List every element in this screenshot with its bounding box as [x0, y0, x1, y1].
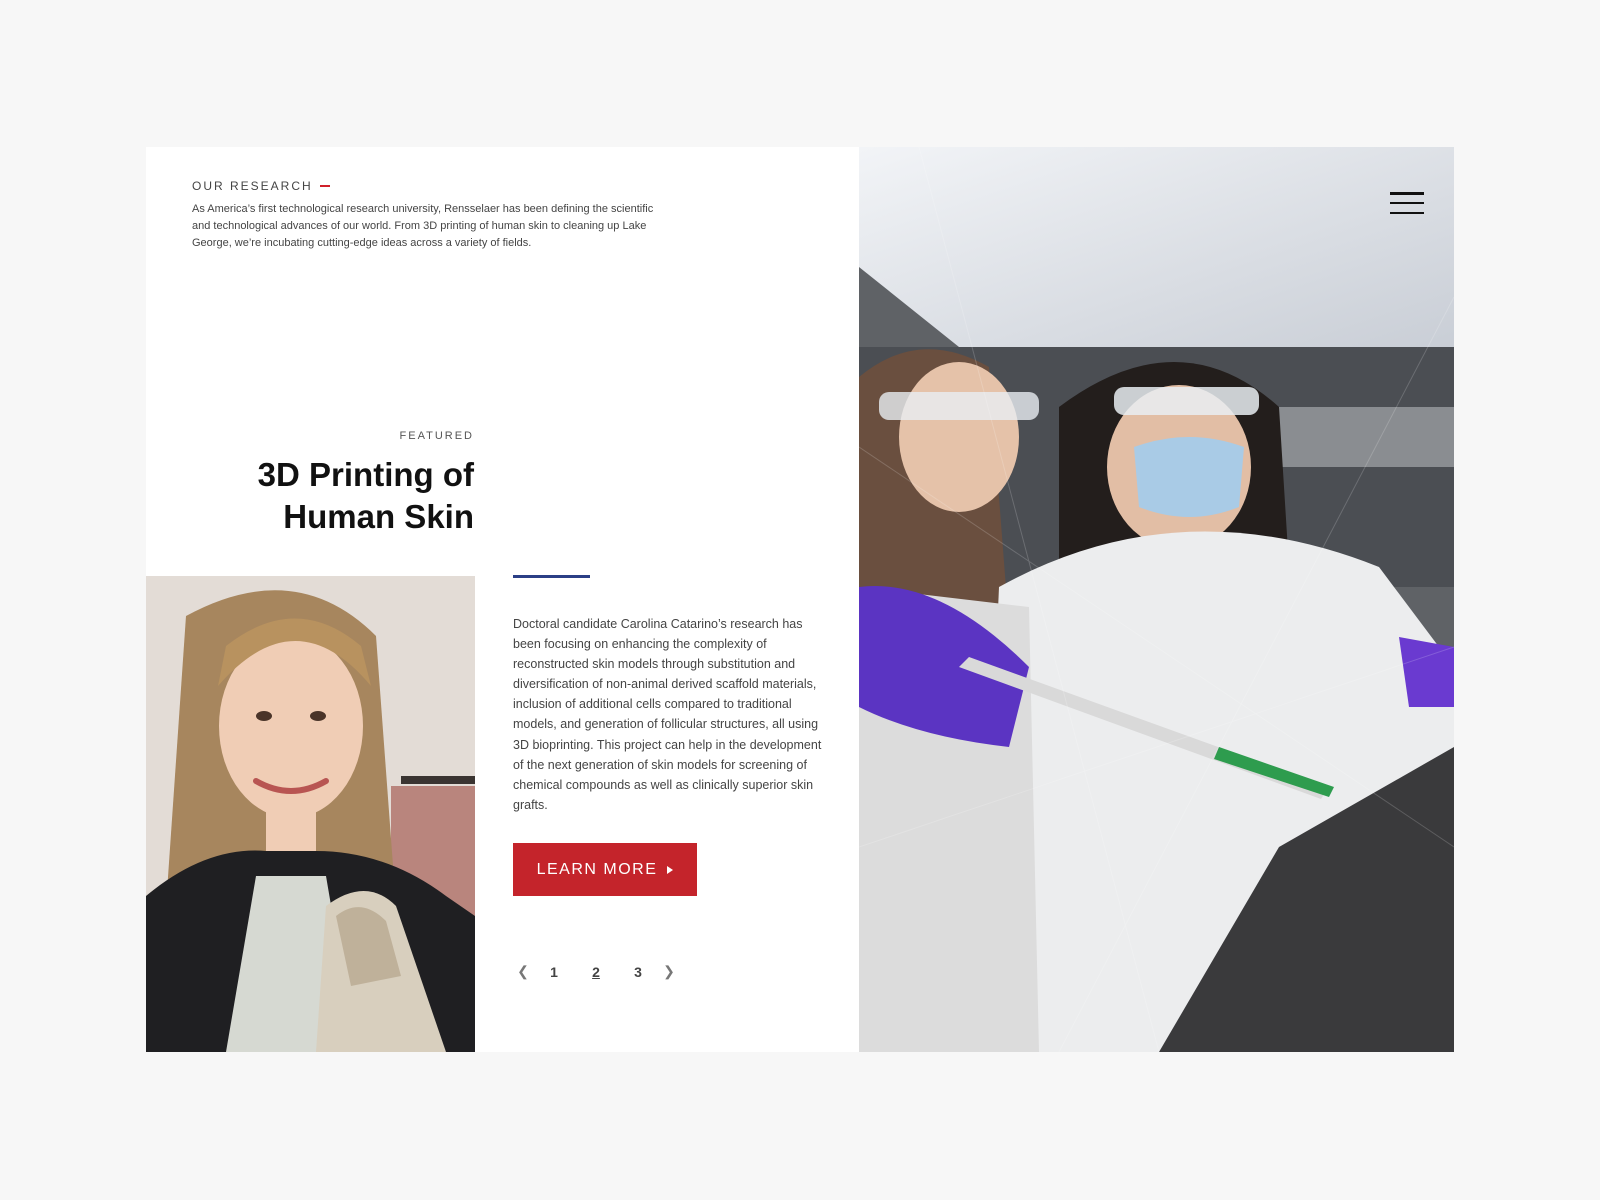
intro-description: As America’s first technological researc… [192, 203, 654, 249]
page-1-link[interactable]: 1 [533, 964, 575, 980]
learn-more-button[interactable]: LEARN MORE [513, 843, 697, 896]
portrait-illustration [146, 576, 475, 1052]
menu-bar-bottom [1390, 211, 1424, 214]
page-2-link[interactable]: 2 [575, 964, 617, 980]
learn-more-label: LEARN MORE [536, 860, 658, 878]
chevron-left-icon[interactable]: ❮ [513, 963, 533, 980]
featured-label: FEATURED [399, 430, 474, 442]
menu-bar-top [1390, 192, 1424, 195]
hamburger-menu-icon[interactable] [1390, 192, 1424, 214]
accent-divider [513, 575, 590, 578]
page-3-link[interactable]: 3 [617, 964, 659, 980]
section-eyebrow-label: OUR RESEARCH [192, 179, 313, 193]
caret-right-icon [667, 865, 674, 874]
featured-title-line-2: Human Skin [283, 498, 474, 535]
chevron-right-icon[interactable]: ❯ [659, 963, 679, 980]
researcher-portrait-image [146, 576, 475, 1052]
lab-photo-illustration [859, 147, 1454, 1052]
pagination: ❮ 1 2 3 ❯ [513, 963, 679, 980]
lab-researchers-photo [859, 147, 1454, 1052]
featured-body: Doctoral candidate Carolina Catarino’s r… [513, 617, 822, 812]
featured-title-line-1: 3D Printing of [257, 456, 474, 493]
eyebrow-dash [319, 185, 330, 187]
research-card: OUR RESEARCH As America’s first technolo… [146, 147, 1454, 1052]
research-intro: OUR RESEARCH As America’s first technolo… [192, 179, 672, 252]
menu-bar-middle [1390, 201, 1424, 205]
featured-title: 3D Printing of Human Skin [146, 454, 474, 538]
featured-heading-block: FEATURED 3D Printing of Human Skin [146, 430, 474, 538]
section-eyebrow: OUR RESEARCH [192, 179, 672, 193]
